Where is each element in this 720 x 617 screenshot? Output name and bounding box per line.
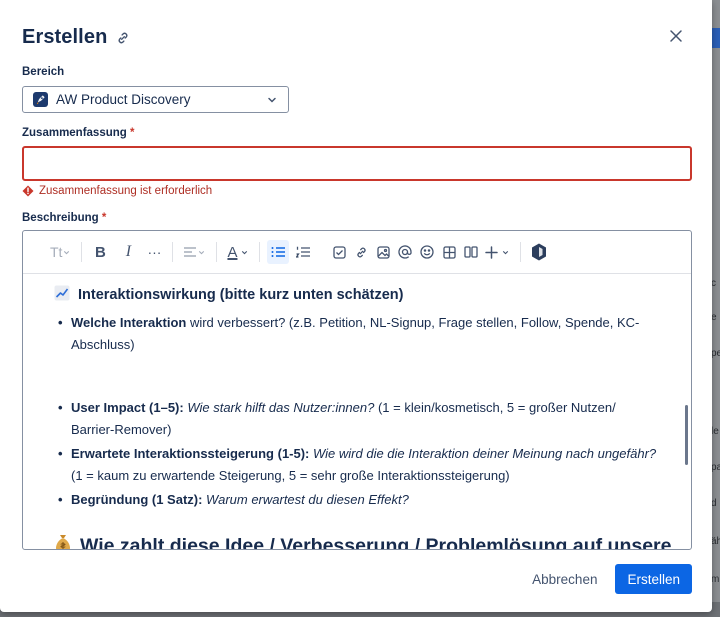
- background-text: pa: [711, 462, 720, 473]
- list-item-text: (1 = kaum zu erwartende Steigerung, 5 = …: [71, 468, 510, 483]
- bullet-list-icon: [271, 247, 286, 257]
- beschreibung-label-text: Beschreibung: [22, 212, 99, 224]
- alignment-button[interactable]: [180, 240, 209, 264]
- editor-scrollbar[interactable]: [685, 405, 688, 465]
- chart-emoji-icon: [54, 285, 70, 305]
- layout-button[interactable]: [460, 240, 482, 264]
- list-item-bold: Welche Interaktion: [71, 315, 187, 330]
- list-item-bold: Erwartete Interaktionssteigerung (1-5):: [71, 446, 310, 461]
- toolbar-separator: [520, 242, 522, 262]
- list-item: Welche Interaktion wird verbessert? (z.B…: [57, 312, 661, 356]
- list-item-bold: User Impact (1–5):: [71, 400, 184, 415]
- close-icon: [670, 30, 682, 42]
- bereich-select[interactable]: AW Product Discovery: [22, 86, 289, 113]
- error-icon: [22, 185, 34, 197]
- bereich-selected-value: AW Product Discovery: [56, 92, 191, 107]
- chevron-down-icon: [268, 97, 276, 103]
- project-rocket-icon: [33, 92, 48, 107]
- toolbar-separator: [172, 242, 174, 262]
- bold-button[interactable]: B: [89, 240, 111, 264]
- heading-text: Interaktionswirkung (bitte kurz unten sc…: [78, 287, 404, 303]
- editor-content[interactable]: Interaktionswirkung (bitte kurz unten sc…: [23, 275, 691, 549]
- bullet-list: User Impact (1–5): Wie stark hilft das N…: [57, 397, 661, 513]
- bereich-label: Bereich: [22, 66, 65, 78]
- bullet-list: Welche Interaktion wird verbessert? (z.B…: [57, 312, 661, 358]
- dialog-footer: Abbrechen Erstellen: [530, 564, 692, 594]
- numbered-list-button[interactable]: [292, 240, 314, 264]
- italic-button[interactable]: I: [117, 240, 139, 264]
- list-item-bold: Begründung (1 Satz):: [71, 492, 203, 507]
- dialog-header: Erstellen: [22, 26, 131, 49]
- checkbox-icon: [333, 245, 346, 259]
- numbered-list-icon: [296, 246, 311, 258]
- text-style-button[interactable]: Tt: [47, 240, 74, 264]
- list-item: User Impact (1–5): Wie stark hilft das N…: [57, 397, 661, 441]
- plus-icon: [485, 245, 499, 259]
- heading-interaction-impact: Interaktionswirkung (bitte kurz unten sc…: [54, 285, 403, 305]
- list-item-italic: Wie wird die die Interaktion deiner Mein…: [309, 446, 657, 461]
- image-button[interactable]: [372, 240, 394, 264]
- link-icon: [357, 247, 366, 257]
- heading-monetization: Wie zahlt diese Idee / Verbesserung / Pr…: [54, 533, 672, 549]
- close-button[interactable]: [664, 24, 688, 48]
- list-item-italic: Warum erwartest du diesen Effekt?: [202, 492, 409, 507]
- toolbar-separator: [216, 242, 218, 262]
- checkbox-button[interactable]: [328, 240, 350, 264]
- zusammenfassung-input[interactable]: [22, 146, 692, 181]
- table-button[interactable]: [438, 240, 460, 264]
- align-left-icon: [184, 247, 197, 257]
- insert-more-button[interactable]: [482, 240, 513, 264]
- bullet-list-button[interactable]: [267, 240, 290, 264]
- dialog-title: Erstellen: [22, 26, 108, 48]
- emoji-icon: [420, 245, 435, 259]
- beschreibung-editor[interactable]: Tt B I ··· A Interaktionswirkung (bitte …: [22, 230, 692, 550]
- columns-icon: [464, 246, 479, 258]
- zusammenfassung-label: Zusammenfassung *: [22, 127, 135, 139]
- create-dialog: Erstellen Bereich AW Product Discovery Z…: [0, 0, 712, 612]
- editor-toolbar: Tt B I ··· A: [23, 231, 691, 274]
- cancel-button[interactable]: Abbrechen: [530, 566, 599, 593]
- at-icon: [398, 245, 413, 259]
- zusammenfassung-label-text: Zusammenfassung: [22, 127, 127, 139]
- ai-assistant-button[interactable]: [528, 240, 550, 264]
- zusammenfassung-error: Zusammenfassung ist erforderlich: [22, 185, 212, 197]
- toolbar-separator: [81, 242, 83, 262]
- list-item-italic: Wie stark hilft das Nutzer:innen?: [183, 400, 375, 415]
- background-text: m: [711, 574, 720, 585]
- error-message: Zusammenfassung ist erforderlich: [39, 185, 213, 197]
- money-bag-emoji-icon: [54, 533, 72, 549]
- image-icon: [377, 245, 390, 259]
- required-asterisk: *: [101, 212, 107, 224]
- more-formatting-button[interactable]: ···: [143, 240, 165, 264]
- required-asterisk: *: [130, 127, 135, 139]
- list-item: Begründung (1 Satz): Warum erwartest du …: [57, 489, 661, 511]
- text-color-label: A: [227, 243, 238, 261]
- heading2-text: Wie zahlt diese Idee / Verbesserung / Pr…: [80, 534, 672, 550]
- toolbar-separator: [259, 242, 261, 262]
- link-icon[interactable]: [115, 30, 131, 46]
- mention-button[interactable]: [394, 240, 416, 264]
- background-text: pe: [711, 348, 720, 359]
- emoji-button[interactable]: [416, 240, 438, 264]
- text-color-button[interactable]: A: [224, 240, 252, 264]
- table-icon: [443, 245, 456, 259]
- create-button[interactable]: Erstellen: [615, 564, 692, 594]
- list-item: Erwartete Interaktionssteigerung (1-5): …: [57, 443, 661, 487]
- text-style-label: Tt: [50, 244, 63, 260]
- background-text: le: [711, 426, 719, 437]
- background-text: äh: [711, 536, 720, 547]
- link-button[interactable]: [350, 240, 372, 264]
- hexagon-ai-icon: [532, 243, 547, 261]
- beschreibung-label: Beschreibung *: [22, 212, 106, 224]
